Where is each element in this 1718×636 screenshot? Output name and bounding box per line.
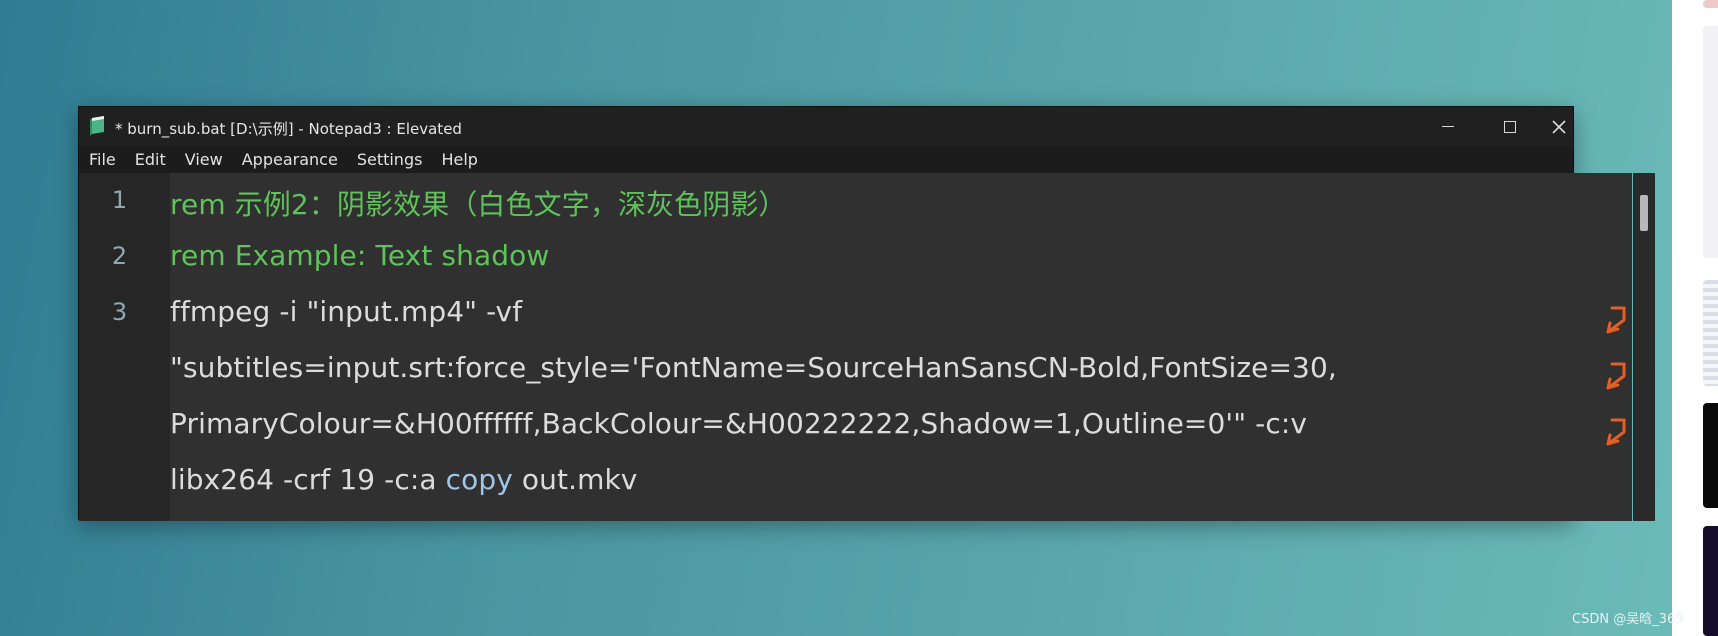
csdn-watermark: CSDN @吴晗_369 bbox=[1572, 612, 1684, 627]
wrap-arrow-icon bbox=[1606, 306, 1626, 334]
line-number-gutter[interactable]: 1 2 3 bbox=[79, 173, 170, 521]
menu-edit[interactable]: Edit bbox=[135, 150, 166, 169]
maximize-icon bbox=[1504, 120, 1516, 133]
code-line: PrimaryColour=&H00ffffff,BackColour=&H00… bbox=[170, 407, 1307, 440]
wrap-arrow-icon bbox=[1606, 362, 1626, 390]
window-title: * burn_sub.bat [D:\示例] - Notepad3 : Elev… bbox=[115, 120, 462, 138]
editor-pane[interactable]: 1 2 3 rem 示例2：阴影效果（白色文字，深灰色阴影） rem Examp… bbox=[79, 173, 1655, 521]
code-line: rem 示例2：阴影效果（白色文字，深灰色阴影） bbox=[170, 183, 787, 223]
notepad3-app-icon bbox=[90, 116, 104, 136]
vertical-scrollbar[interactable] bbox=[1633, 173, 1655, 521]
wrap-arrow-icon bbox=[1606, 418, 1626, 446]
minimize-button[interactable] bbox=[1419, 107, 1477, 146]
close-icon bbox=[1552, 119, 1566, 134]
menu-help[interactable]: Help bbox=[441, 150, 477, 169]
line-number: 3 bbox=[111, 298, 128, 326]
menu-file[interactable]: File bbox=[89, 150, 116, 169]
maximize-button[interactable] bbox=[1481, 107, 1539, 146]
menu-bar: File Edit View Appearance Settings Help bbox=[79, 146, 1573, 173]
line-number: 2 bbox=[111, 242, 128, 270]
scrollbar-thumb[interactable] bbox=[1640, 195, 1648, 231]
keyword-token: copy bbox=[445, 463, 513, 496]
menu-settings[interactable]: Settings bbox=[357, 150, 423, 169]
notepad3-window: * burn_sub.bat [D:\示例] - Notepad3 : Elev… bbox=[78, 106, 1655, 521]
minimize-icon bbox=[1442, 125, 1454, 128]
sidebar-thumbnail[interactable] bbox=[1703, 280, 1718, 386]
code-token: out.mkv bbox=[512, 463, 638, 496]
code-token: PrimaryColour=&H00ffffff,BackColour=&H00… bbox=[170, 407, 1308, 440]
code-token: libx264 -crf 19 -c:a bbox=[170, 463, 446, 496]
sidebar-thumbnail[interactable] bbox=[1703, 26, 1718, 258]
sidebar-thumbnail[interactable] bbox=[1703, 0, 1718, 8]
menu-appearance[interactable]: Appearance bbox=[242, 150, 338, 169]
code-token: "subtitles=input.srt:force_style='FontNa… bbox=[170, 351, 1337, 384]
close-button[interactable] bbox=[1543, 107, 1575, 146]
code-line: rem Example: Text shadow bbox=[170, 239, 549, 272]
sidebar-thumbnail[interactable] bbox=[1703, 403, 1718, 508]
line-number: 1 bbox=[111, 186, 128, 214]
sidebar-thumbnail[interactable] bbox=[1703, 526, 1718, 636]
menu-view[interactable]: View bbox=[185, 150, 223, 169]
title-bar[interactable]: * burn_sub.bat [D:\示例] - Notepad3 : Elev… bbox=[79, 107, 1573, 146]
comment-token: rem 示例2：阴影效果（白色文字，深灰色阴影） bbox=[170, 188, 787, 221]
code-line: ffmpeg -i "input.mp4" -vf bbox=[170, 295, 522, 328]
code-text-area[interactable]: rem 示例2：阴影效果（白色文字，深灰色阴影） rem Example: Te… bbox=[170, 173, 1632, 521]
code-token: ffmpeg -i "input.mp4" -vf bbox=[170, 295, 523, 328]
comment-token: rem Example: Text shadow bbox=[170, 239, 550, 272]
code-line: libx264 -crf 19 -c:a copy out.mkv bbox=[170, 463, 637, 496]
code-line: "subtitles=input.srt:force_style='FontNa… bbox=[170, 351, 1337, 384]
